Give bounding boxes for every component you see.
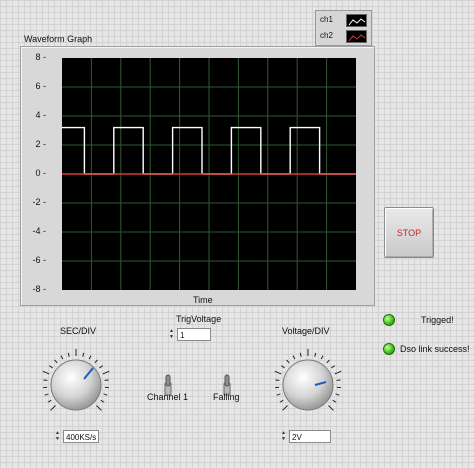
trigged-label: Trigged! <box>421 315 454 325</box>
stop-button-label: STOP <box>396 227 422 238</box>
knob-tick <box>47 399 52 403</box>
knob-tick <box>103 393 108 396</box>
knob-tick <box>54 359 58 364</box>
knob-tick <box>276 393 281 396</box>
knob-tick <box>43 379 48 381</box>
plot-legend[interactable]: ch1 ch2 <box>315 10 372 46</box>
knob-tick <box>102 370 110 375</box>
knob-tick <box>286 359 290 364</box>
knob-tick <box>274 370 282 375</box>
legend-label-ch1: ch1 <box>320 15 333 24</box>
y-tick-label: 8 - <box>35 52 46 62</box>
x-axis-label: Time <box>193 295 213 305</box>
knob-tick <box>328 405 334 411</box>
voltage-div-input[interactable]: 2V <box>289 430 331 443</box>
trig-voltage-input[interactable]: 1 <box>177 328 211 341</box>
knob-dial <box>42 349 110 411</box>
voltage-div-label: Voltage/DIV <box>282 326 330 336</box>
knob-tick <box>60 355 64 360</box>
knob-dial <box>274 349 342 411</box>
knob-tick <box>104 379 109 381</box>
sec-div-knob[interactable] <box>36 345 116 425</box>
knob-tick <box>335 393 340 396</box>
knob-tick <box>299 352 302 357</box>
knob-tick <box>275 379 280 381</box>
knob-tick <box>332 399 337 403</box>
y-tick-label: -4 - <box>32 226 47 236</box>
knob-tick <box>336 379 341 381</box>
knob-tick <box>67 352 70 357</box>
knob-tick <box>99 365 103 369</box>
plot-area[interactable] <box>62 58 356 290</box>
knob-tick <box>314 352 317 357</box>
knob-tick <box>96 405 102 411</box>
knob-tick <box>82 352 85 357</box>
voltage-div-stepper[interactable]: ▲ ▼ <box>280 430 287 443</box>
knob-tick <box>100 399 105 403</box>
y-tick-label: -2 - <box>32 197 47 207</box>
edge-label: Falling <box>213 392 240 402</box>
knob-tick <box>320 355 324 360</box>
trigged-led <box>383 314 395 326</box>
trig-voltage-label: TrigVoltage <box>176 314 222 324</box>
waveform-plot <box>62 58 356 290</box>
sec-div-label: SEC/DIV <box>60 326 97 336</box>
y-tick-label: 4 - <box>35 110 46 120</box>
knob-tick <box>42 370 50 375</box>
knob-tick <box>44 393 49 396</box>
stop-button[interactable]: STOP <box>384 207 434 258</box>
legend-label-ch2: ch2 <box>320 31 333 40</box>
line-style-icon <box>348 34 366 42</box>
y-tick-label: 6 - <box>35 81 46 91</box>
sec-div-input[interactable]: 400KS/s <box>63 430 99 443</box>
knob-tick <box>281 365 285 369</box>
sec-div-stepper[interactable]: ▲ ▼ <box>54 430 61 443</box>
legend-swatch-ch1[interactable] <box>346 14 367 27</box>
graph-title: Waveform Graph <box>24 34 93 44</box>
dso-link-led <box>383 343 395 355</box>
knob-tick <box>49 365 53 369</box>
channel-label: Channel 1 <box>147 392 189 402</box>
knob-tick <box>326 359 330 364</box>
knob-tick <box>50 405 56 411</box>
legend-swatch-ch2[interactable] <box>346 30 367 43</box>
voltage-div-knob[interactable] <box>268 345 348 425</box>
y-tick-label: -8 - <box>32 284 47 294</box>
knob-tick <box>331 365 335 369</box>
trig-voltage-stepper[interactable]: ▲ ▼ <box>168 328 175 341</box>
knob-tick <box>279 399 284 403</box>
knob-tick <box>292 355 296 360</box>
line-style-icon <box>348 18 366 26</box>
y-tick-label: -6 - <box>32 255 47 265</box>
knob-tick <box>334 370 342 375</box>
y-tick-label: 2 - <box>35 139 46 149</box>
y-tick-label: 0 - <box>35 168 46 178</box>
knob-tick <box>88 355 92 360</box>
knob-tick <box>94 359 98 364</box>
dso-link-label: Dso link success! <box>400 344 470 354</box>
knob-tick <box>282 405 288 411</box>
